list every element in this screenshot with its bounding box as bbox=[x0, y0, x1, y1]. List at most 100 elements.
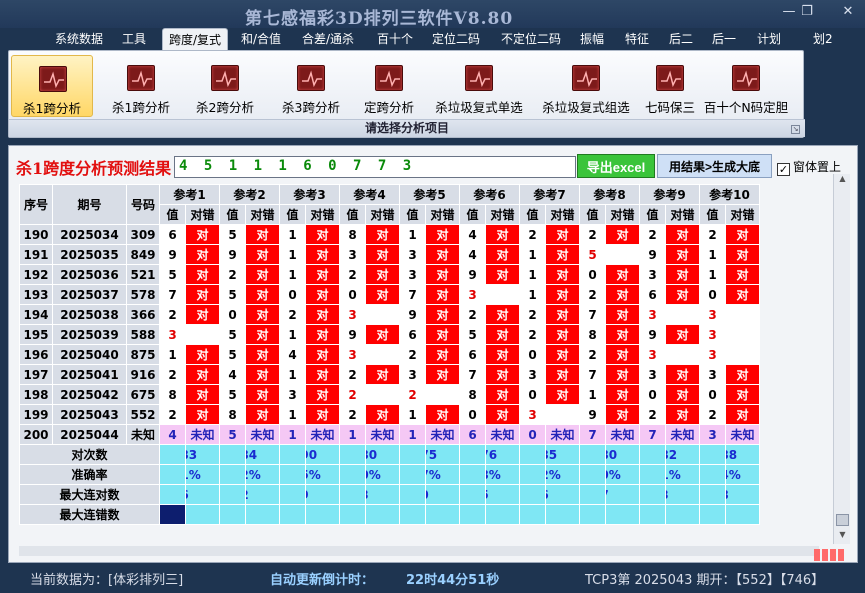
menu-item-9[interactable]: 特征 bbox=[625, 30, 649, 47]
cell-check-hit: 对 bbox=[305, 364, 340, 385]
table-row[interactable]: 190 2025034 309 6 对 5 对 1 对 8 对 1 对 4 对 2 对 2 对 2 对 2 对 bbox=[19, 224, 760, 245]
cell-check-hit: 对 bbox=[245, 284, 280, 305]
export-excel-button[interactable]: 导出excel bbox=[577, 154, 655, 178]
menu-item-7[interactable]: 不定位二码 bbox=[501, 30, 561, 47]
cell-value: 2 bbox=[519, 224, 546, 245]
table-row[interactable]: 196 2025040 875 1 对 5 对 4 对 3 2 对 6 对 0 对 2 对 3 3 bbox=[19, 344, 760, 365]
stats-spacer bbox=[279, 484, 306, 505]
menu-item-6[interactable]: 定位二码 bbox=[432, 30, 480, 47]
cell-value: 3 bbox=[699, 324, 726, 345]
cell-value: 0 bbox=[279, 284, 306, 305]
stats-row: 对次数 183 184 190 180 175 176 185 180 182 188 bbox=[19, 444, 760, 465]
cell-check-hit: 对 bbox=[485, 324, 520, 345]
cell-pending-status: 未知 bbox=[605, 424, 640, 445]
stats-value: 188 bbox=[725, 444, 760, 465]
table-row[interactable]: 194 2025038 366 2 对 0 对 2 对 3 9 对 2 对 2 对 7 对 3 3 bbox=[19, 304, 760, 325]
cell-check-hit: 对 bbox=[425, 224, 460, 245]
cell-check-hit: 对 bbox=[605, 404, 640, 425]
menu-item-2[interactable]: 跨度/复式 bbox=[162, 28, 229, 50]
cell-check-hit: 对 bbox=[725, 244, 760, 265]
cell-check-hit: 对 bbox=[185, 224, 220, 245]
pin-window-checkbox[interactable]: ✓ 窗体置上 bbox=[777, 158, 841, 176]
table-row[interactable]: 192 2025036 521 5 对 2 对 1 对 2 对 3 对 9 对 1 对 0 对 3 对 1 对 bbox=[19, 264, 760, 285]
col-header-ref: 参考6 bbox=[459, 184, 520, 205]
cell-check-hit: 对 bbox=[185, 404, 220, 425]
cell-check-hit: 对 bbox=[365, 264, 400, 285]
table-row[interactable]: 191 2025035 849 9 对 9 对 1 对 3 对 3 对 4 对 1 对 5 9 对 1 对 bbox=[19, 244, 760, 265]
menu-item-5[interactable]: 百十个 bbox=[377, 30, 413, 47]
cell-pending-status: 未知 bbox=[485, 424, 520, 445]
cell-check-hit: 对 bbox=[485, 344, 520, 365]
ribbon-button-2[interactable]: 杀2跨分析 bbox=[185, 55, 265, 117]
stats-spacer bbox=[219, 464, 246, 485]
stats-value: 95% bbox=[305, 464, 340, 485]
cell-value: 3 bbox=[699, 364, 726, 385]
generate-base-button[interactable]: 用结果>生成大底 bbox=[657, 154, 772, 178]
scroll-down-icon[interactable]: ▼ bbox=[834, 530, 851, 544]
ribbon-button-3[interactable]: 杀3跨分析 bbox=[271, 55, 351, 117]
table-row[interactable]: 198 2025042 675 8 对 5 对 3 对 2 2 8 对 0 对 1 对 0 对 0 对 bbox=[19, 384, 760, 405]
table-row[interactable]: 199 2025043 552 2 对 8 对 1 对 2 对 1 对 0 对 3 9 对 2 对 2 对 bbox=[19, 404, 760, 425]
cell-pending-value: 4 bbox=[159, 424, 186, 445]
ribbon-button-1[interactable]: 杀1跨分析 bbox=[103, 55, 179, 117]
scroll-thumb[interactable] bbox=[836, 514, 849, 526]
cell-value: 3 bbox=[399, 244, 426, 265]
stats-value: 69 bbox=[305, 484, 340, 505]
menu-item-13[interactable]: 划2 bbox=[813, 30, 833, 47]
menu-item-1[interactable]: 工具 bbox=[122, 30, 146, 47]
menu-item-4[interactable]: 合差/通杀 bbox=[302, 30, 354, 47]
result-value-field[interactable]: 4 5 1 1 1 6 0 7 7 3 bbox=[174, 156, 576, 178]
ribbon-button-label: 杀3跨分析 bbox=[282, 100, 340, 115]
stats-spacer bbox=[519, 444, 546, 465]
stats-spacer bbox=[279, 464, 306, 485]
menu-item-8[interactable]: 振幅 bbox=[580, 30, 604, 47]
ribbon-button-7[interactable]: 七码保三 bbox=[639, 55, 701, 117]
close-icon[interactable]: ✕ bbox=[838, 4, 858, 20]
scroll-up-icon[interactable]: ▲ bbox=[834, 174, 851, 188]
menu-item-3[interactable]: 和/合值 bbox=[241, 30, 281, 47]
cell-value: 3 bbox=[699, 344, 726, 365]
menu-item-12[interactable]: 计划 bbox=[757, 30, 781, 47]
ribbon-button-5[interactable]: 杀垃圾复式单选 bbox=[427, 55, 531, 117]
vertical-scrollbar[interactable]: ▲ ▼ bbox=[833, 174, 850, 544]
cell-value: 0 bbox=[639, 384, 666, 405]
pending-row[interactable]: 200 2025044 未知 4 未知 5 未知 1 未知 1 未知 1 未知 6 未知 0 未知 7 未知 7 未知 3… bbox=[19, 424, 760, 445]
table-row[interactable]: 197 2025041 916 2 对 4 对 1 对 2 对 3 对 7 对 3 对 7 对 3 对 3 对 bbox=[19, 364, 760, 385]
menu-item-11[interactable]: 后一 bbox=[712, 30, 736, 47]
maximize-icon[interactable]: ❐ bbox=[797, 4, 817, 20]
stats-value: 1 bbox=[665, 504, 700, 525]
stats-value: 30 bbox=[425, 484, 460, 505]
cell-check-hit: 对 bbox=[725, 264, 760, 285]
stats-value: 3 bbox=[425, 504, 460, 525]
cell-value: 8 bbox=[459, 384, 486, 405]
col-subheader-check: 对错 bbox=[425, 204, 460, 225]
ribbon-button-8[interactable]: 百十个N码定胆 bbox=[703, 55, 789, 117]
cell-value: 0 bbox=[219, 304, 246, 325]
ribbon-button-0[interactable]: 杀1跨分析 bbox=[11, 55, 93, 117]
cell-value: 3 bbox=[699, 304, 726, 325]
analysis-chart-icon bbox=[732, 65, 760, 91]
col-subheader-check: 对错 bbox=[545, 204, 580, 225]
table-row[interactable]: 195 2025039 588 3 5 对 1 对 9 对 6 对 5 对 2 对 8 对 9 对 3 bbox=[19, 324, 760, 345]
ribbon-button-6[interactable]: 杀垃圾复式组选 bbox=[537, 55, 635, 117]
analysis-chart-icon bbox=[297, 65, 325, 91]
stats-value: 42 bbox=[245, 484, 280, 505]
col-subheader-value: 值 bbox=[159, 204, 186, 225]
checkbox-check-icon[interactable]: ✓ bbox=[777, 163, 790, 176]
menu-item-10[interactable]: 后二 bbox=[669, 30, 693, 47]
table-row[interactable]: 193 2025037 578 7 对 5 对 0 对 0 对 7 对 3 1 对 2 对 6 对 0 对 bbox=[19, 284, 760, 305]
dialog-launcher-icon[interactable]: ↘ bbox=[791, 125, 800, 134]
cell-value: 0 bbox=[519, 344, 546, 365]
minimize-icon[interactable]: — bbox=[779, 4, 799, 20]
menu-item-0[interactable]: 系统数据 bbox=[55, 30, 103, 47]
stats-spacer bbox=[579, 504, 606, 525]
cell-period: 2025044 bbox=[52, 424, 127, 445]
resize-grip-icon[interactable] bbox=[814, 546, 850, 561]
cell-period: 2025035 bbox=[52, 244, 127, 265]
cell-pending-status: 未知 bbox=[425, 424, 460, 445]
cell-pending-status: 未知 bbox=[305, 424, 340, 445]
cell-value: 5 bbox=[219, 284, 246, 305]
cell-value: 1 bbox=[159, 344, 186, 365]
stats-value: 182 bbox=[665, 444, 700, 465]
ribbon-button-4[interactable]: 定跨分析 bbox=[355, 55, 423, 117]
